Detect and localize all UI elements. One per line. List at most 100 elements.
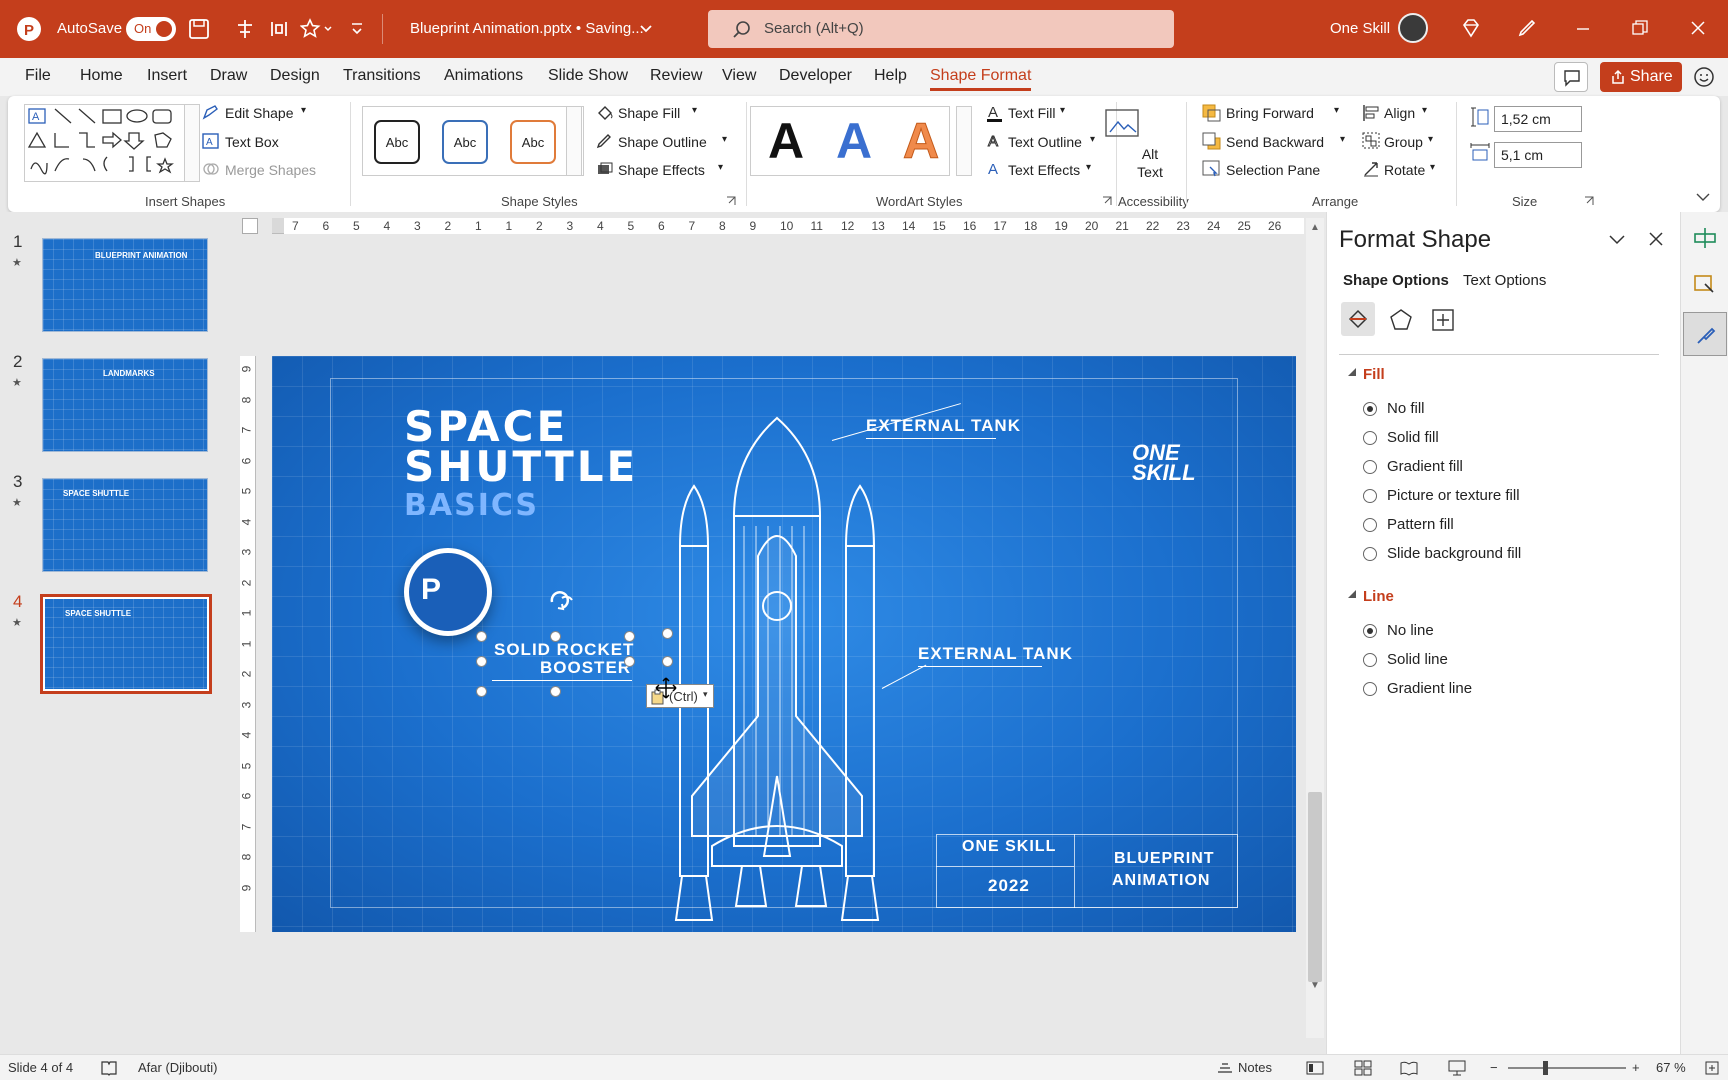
slide-canvas[interactable]: SPACE SHUTTLE BASICS P EXTERNAL TANK EXT… <box>272 356 1296 932</box>
tab-design[interactable]: Design <box>270 67 320 85</box>
zoom-slider[interactable] <box>1508 1067 1626 1069</box>
normal-view-icon[interactable] <box>1306 1060 1324 1076</box>
fill-section-header[interactable]: Fill <box>1363 366 1385 383</box>
shape-height-input[interactable]: 1,52 cm <box>1494 106 1582 132</box>
alt-text-label-2[interactable]: Text <box>1137 164 1163 180</box>
no-fill-label[interactable]: No fill <box>1387 400 1425 417</box>
no-line-radio[interactable] <box>1363 624 1377 638</box>
size-properties-icon[interactable] <box>1431 308 1455 332</box>
tab-review[interactable]: Review <box>650 67 702 85</box>
powerpoint-logo-badge[interactable]: P <box>404 548 492 636</box>
selection-icon[interactable] <box>1693 272 1717 296</box>
footer-title-line-2[interactable]: ANIMATION <box>1112 872 1210 890</box>
line-section-header[interactable]: Line <box>1363 588 1394 605</box>
text-outline-button[interactable]: Text Outline <box>1008 134 1082 150</box>
label-external-tank-top[interactable]: EXTERNAL TANK <box>866 416 1021 436</box>
label-solid-rocket-line-2[interactable]: BOOSTER <box>540 658 631 678</box>
reading-view-icon[interactable] <box>1400 1060 1418 1076</box>
tab-help[interactable]: Help <box>874 67 907 85</box>
tab-view[interactable]: View <box>722 67 756 85</box>
footer-year[interactable]: 2022 <box>988 876 1030 896</box>
zoom-slider-thumb[interactable] <box>1543 1061 1548 1075</box>
no-line-label[interactable]: No line <box>1387 622 1434 639</box>
group-button[interactable]: Group <box>1384 134 1423 150</box>
footer-title-line-1[interactable]: BLUEPRINT <box>1114 850 1215 868</box>
merge-shapes-button[interactable]: Merge Shapes <box>225 162 316 178</box>
autosave-toggle[interactable]: On <box>126 17 176 41</box>
pen-icon[interactable] <box>1516 17 1538 39</box>
smiley-icon[interactable] <box>1693 66 1715 88</box>
resize-handle[interactable] <box>662 628 673 639</box>
collapse-triangle-icon[interactable] <box>1347 368 1357 378</box>
save-icon[interactable] <box>188 18 210 40</box>
tab-developer[interactable]: Developer <box>779 67 852 85</box>
pattern-fill-radio[interactable] <box>1363 518 1377 532</box>
tab-insert[interactable]: Insert <box>147 67 187 85</box>
gradient-line-radio[interactable] <box>1363 682 1377 696</box>
solid-fill-label[interactable]: Solid fill <box>1387 429 1439 446</box>
selected-text-box[interactable]: SOLID ROCKET BOOSTER <box>482 636 680 684</box>
scrollbar-thumb[interactable] <box>1308 792 1322 982</box>
dialog-launcher-icon[interactable] <box>1584 196 1594 206</box>
resize-handle[interactable] <box>550 686 561 697</box>
gradient-fill-label[interactable]: Gradient fill <box>1387 458 1463 475</box>
notes-button[interactable]: Notes <box>1238 1060 1272 1075</box>
resize-handle[interactable] <box>550 631 561 642</box>
resize-handle[interactable] <box>624 631 635 642</box>
picture-fill-label[interactable]: Picture or texture fill <box>1387 487 1520 504</box>
solid-line-label[interactable]: Solid line <box>1387 651 1448 668</box>
format-pane-toggle[interactable] <box>1683 312 1727 356</box>
tab-transitions[interactable]: Transitions <box>343 67 421 85</box>
solid-fill-radio[interactable] <box>1363 431 1377 445</box>
wordart-style-black[interactable]: A <box>768 112 804 170</box>
restore-icon[interactable] <box>1632 20 1648 36</box>
spelling-check-icon[interactable] <box>100 1060 118 1076</box>
slide-thumbnail-3[interactable]: SPACE SHUTTLE <box>42 478 208 572</box>
resize-handle[interactable] <box>476 631 487 642</box>
slide-thumbnail-2[interactable]: LANDMARKS <box>42 358 208 452</box>
file-name[interactable]: Blueprint Animation.pptx • Saving... <box>410 20 644 37</box>
shapes-gallery-scroll[interactable] <box>184 104 200 182</box>
tab-animations[interactable]: Animations <box>444 67 523 85</box>
bring-forward-button[interactable]: Bring Forward <box>1226 105 1314 121</box>
shape-outline-button[interactable]: Shape Outline <box>618 134 707 150</box>
solid-line-radio[interactable] <box>1363 653 1377 667</box>
slide-background-fill-radio[interactable] <box>1363 547 1377 561</box>
resize-handle[interactable] <box>476 656 487 667</box>
star-icon[interactable] <box>300 18 334 40</box>
rotate-handle-icon[interactable] <box>544 584 580 614</box>
tab-shape-options[interactable]: Shape Options <box>1343 272 1449 289</box>
shape-fill-button[interactable]: Shape Fill <box>618 105 680 121</box>
picture-fill-radio[interactable] <box>1363 489 1377 503</box>
text-box-button[interactable]: Text Box <box>225 134 279 150</box>
footer-brand[interactable]: ONE SKILL <box>962 838 1056 856</box>
slide-title-line-2[interactable]: SHUTTLE <box>404 442 638 491</box>
shape-effects-button[interactable]: Shape Effects <box>618 162 705 178</box>
fit-to-window-icon[interactable] <box>1704 1060 1720 1076</box>
zoom-level[interactable]: 67 % <box>1656 1060 1686 1075</box>
tab-shape-format[interactable]: Shape Format <box>930 67 1032 91</box>
text-effects-button[interactable]: Text Effects <box>1008 162 1080 178</box>
effects-pentagon-icon[interactable] <box>1389 308 1413 332</box>
tab-home[interactable]: Home <box>80 67 123 85</box>
slide-sorter-icon[interactable] <box>1354 1060 1372 1076</box>
no-fill-radio[interactable] <box>1363 402 1377 416</box>
zoom-in-button[interactable]: + <box>1632 1060 1640 1075</box>
shape-styles-scroll[interactable] <box>566 106 582 176</box>
tab-selector[interactable] <box>242 218 258 234</box>
slide-background-fill-label[interactable]: Slide background fill <box>1387 545 1521 562</box>
send-backward-button[interactable]: Send Backward <box>1226 134 1324 150</box>
selection-pane-button[interactable]: Selection Pane <box>1226 162 1320 178</box>
minimize-icon[interactable] <box>1576 22 1590 36</box>
wordart-style-blue[interactable]: A <box>836 112 872 170</box>
collapse-triangle-icon[interactable] <box>1347 590 1357 600</box>
align-icon[interactable] <box>234 18 256 40</box>
resize-handle[interactable] <box>662 656 673 667</box>
tab-draw[interactable]: Draw <box>210 67 247 85</box>
close-icon[interactable] <box>1690 20 1706 36</box>
tab-text-options[interactable]: Text Options <box>1463 272 1546 289</box>
fill-line-tab[interactable] <box>1341 302 1375 336</box>
close-pane-icon[interactable] <box>1649 232 1663 246</box>
slideshow-view-icon[interactable] <box>1448 1060 1466 1076</box>
dialog-launcher-icon[interactable] <box>1102 196 1112 206</box>
